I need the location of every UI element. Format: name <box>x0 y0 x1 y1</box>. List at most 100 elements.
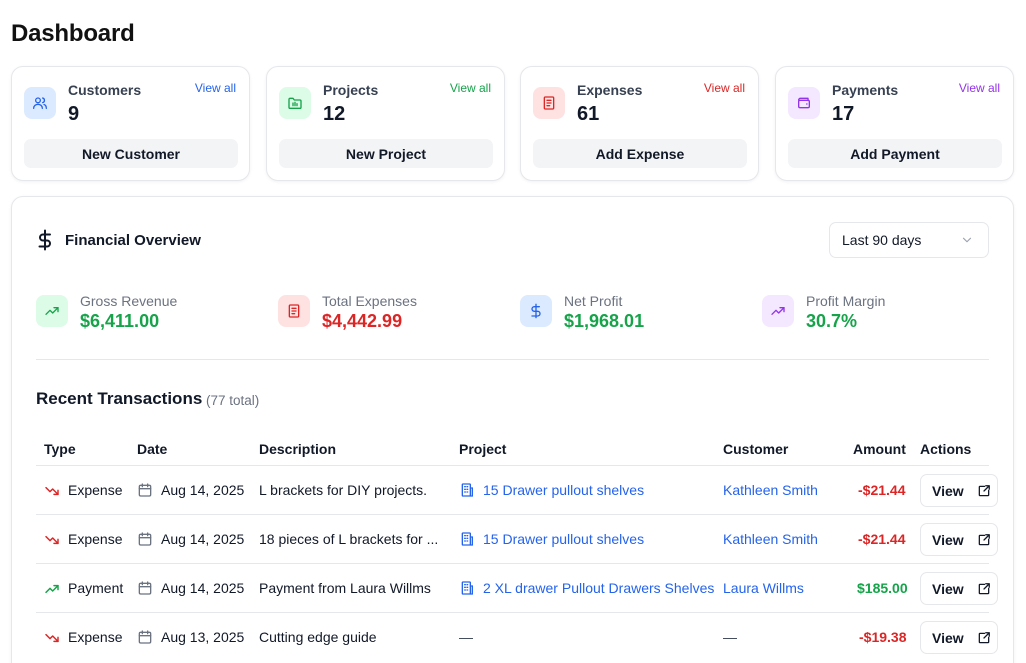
view-button[interactable]: View <box>920 474 998 507</box>
receipt-icon <box>533 87 565 119</box>
transaction-amount: -$21.44 <box>858 482 906 498</box>
transaction-date: Aug 14, 2025 <box>161 482 245 498</box>
financial-overview-panel: Financial Overview Last 90 days Gross Re… <box>11 196 1014 663</box>
expenses-card: Expenses 61 View all Add Expense <box>520 66 759 181</box>
card-count: 17 <box>832 103 855 125</box>
transaction-type: Expense <box>68 531 123 547</box>
table-row: Payment Aug 14, 2025 Payment from Laura … <box>36 563 998 612</box>
transaction-description: Payment from Laura Willms <box>259 580 431 596</box>
column-header-customer: Customer <box>723 441 789 457</box>
view-button-label: View <box>932 531 964 548</box>
table-row: Expense Aug 13, 2025 Cutting edge guide … <box>36 612 998 661</box>
trending-down-icon <box>45 535 59 545</box>
transactions-count: (77 total) <box>206 393 260 408</box>
column-header-actions: Actions <box>920 441 972 457</box>
table-row: Expense Aug 14, 2025 18 pieces of L brac… <box>36 514 998 563</box>
column-header-description: Description <box>259 441 337 457</box>
total-expenses-metric: Total Expenses $4,442.99 <box>278 293 508 337</box>
customer-link[interactable]: Laura Willms <box>723 580 804 596</box>
column-header-project: Project <box>459 441 507 457</box>
metric-value: $6,411.00 <box>80 311 160 331</box>
new-project-button[interactable]: New Project <box>279 139 493 168</box>
transaction-type: Payment <box>68 580 124 596</box>
external-link-icon <box>978 583 990 595</box>
project-link[interactable]: 2 XL drawer Pullout Drawers Shelves <box>483 580 714 596</box>
transaction-date: Aug 14, 2025 <box>161 531 245 547</box>
folder-icon <box>279 87 311 119</box>
metric-label: Profit Margin <box>806 293 886 309</box>
date-range-value: Last 90 days <box>842 232 922 248</box>
card-count: 61 <box>577 103 600 125</box>
users-icon <box>24 87 56 119</box>
view-button[interactable]: View <box>920 572 998 605</box>
trending-up-icon <box>762 295 794 327</box>
payments-card: Payments 17 View all Add Payment <box>775 66 1014 181</box>
payments-view-all-link[interactable]: View all <box>959 81 1000 95</box>
receipt-icon <box>278 295 310 327</box>
gross-revenue-metric: Gross Revenue $6,411.00 <box>36 293 266 337</box>
view-button-label: View <box>932 629 964 646</box>
trending-down-icon <box>45 633 59 643</box>
transaction-type: Expense <box>68 482 123 498</box>
building-icon <box>461 483 473 497</box>
external-link-icon <box>978 632 990 644</box>
column-header-date: Date <box>137 441 168 457</box>
view-button-label: View <box>932 482 964 499</box>
card-label: Payments <box>832 82 899 98</box>
column-header-amount: Amount <box>853 441 906 457</box>
transaction-description: Cutting edge guide <box>259 629 377 645</box>
recent-transactions-title: Recent Transactions <box>36 389 203 408</box>
customer-link[interactable]: Kathleen Smith <box>723 531 818 547</box>
building-icon <box>461 532 473 546</box>
dollar-icon <box>520 295 552 327</box>
building-icon <box>461 581 473 595</box>
view-button-label: View <box>932 580 964 597</box>
transaction-type: Expense <box>68 629 123 645</box>
projects-view-all-link[interactable]: View all <box>450 81 491 95</box>
expenses-view-all-link[interactable]: View all <box>704 81 745 95</box>
wallet-icon <box>788 87 820 119</box>
calendar-icon <box>138 532 152 546</box>
project-link[interactable]: 15 Drawer pullout shelves <box>483 531 644 547</box>
trending-up-icon <box>36 295 68 327</box>
view-button[interactable]: View <box>920 621 998 654</box>
metric-value: $4,442.99 <box>322 311 403 331</box>
column-header-type: Type <box>44 441 76 457</box>
date-range-select[interactable]: Last 90 days <box>829 222 989 258</box>
calendar-icon <box>138 630 152 644</box>
calendar-icon <box>138 581 152 595</box>
summary-cards: Customers 9 View all New Customer Projec… <box>11 66 1014 181</box>
view-button[interactable]: View <box>920 523 998 556</box>
card-label: Projects <box>323 82 379 98</box>
transaction-date: Aug 13, 2025 <box>161 629 245 645</box>
project-empty: — <box>459 629 473 645</box>
metric-label: Net Profit <box>564 293 623 309</box>
profit-margin-metric: Profit Margin 30.7% <box>762 293 992 337</box>
metric-value: $1,968.01 <box>564 311 645 331</box>
transaction-amount: $185.00 <box>857 580 908 596</box>
trending-down-icon <box>45 486 59 496</box>
card-label: Customers <box>68 82 142 98</box>
customer-link[interactable]: Kathleen Smith <box>723 482 818 498</box>
transaction-date: Aug 14, 2025 <box>161 580 245 596</box>
project-link[interactable]: 15 Drawer pullout shelves <box>483 482 644 498</box>
metric-label: Gross Revenue <box>80 293 178 309</box>
financial-overview-title: Financial Overview <box>65 232 201 249</box>
transaction-amount: -$21.44 <box>858 531 906 547</box>
card-count: 12 <box>323 103 346 125</box>
add-payment-button[interactable]: Add Payment <box>788 139 1002 168</box>
transaction-amount: -$19.38 <box>859 629 907 645</box>
trending-up-icon <box>45 584 59 594</box>
projects-card: Projects 12 View all New Project <box>266 66 505 181</box>
external-link-icon <box>978 534 990 546</box>
external-link-icon <box>978 485 990 497</box>
new-customer-button[interactable]: New Customer <box>24 139 238 168</box>
customers-view-all-link[interactable]: View all <box>195 81 236 95</box>
chevron-down-icon <box>962 237 972 243</box>
section-divider <box>36 359 989 360</box>
table-row: Expense Aug 14, 2025 L brackets for DIY … <box>36 465 998 514</box>
customer-empty: — <box>723 629 737 645</box>
metric-value: 30.7% <box>806 311 858 331</box>
add-expense-button[interactable]: Add Expense <box>533 139 747 168</box>
net-profit-metric: Net Profit $1,968.01 <box>520 293 750 337</box>
